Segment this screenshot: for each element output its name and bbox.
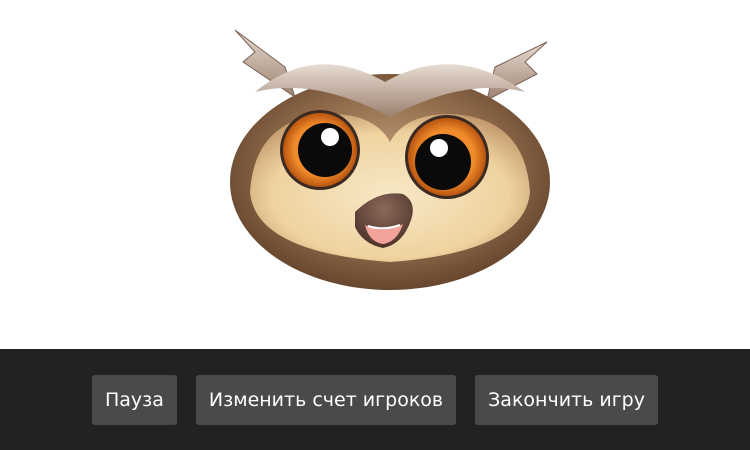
pause-button[interactable]: Пауза bbox=[92, 374, 177, 425]
end-game-button[interactable]: Закончить игру bbox=[475, 374, 658, 425]
change-score-button[interactable]: Изменить счет игроков bbox=[195, 374, 457, 425]
owl-icon bbox=[230, 29, 550, 290]
game-controls-bar: Пауза Изменить счет игроков Закончить иг… bbox=[0, 349, 750, 450]
game-stage bbox=[0, 0, 750, 349]
